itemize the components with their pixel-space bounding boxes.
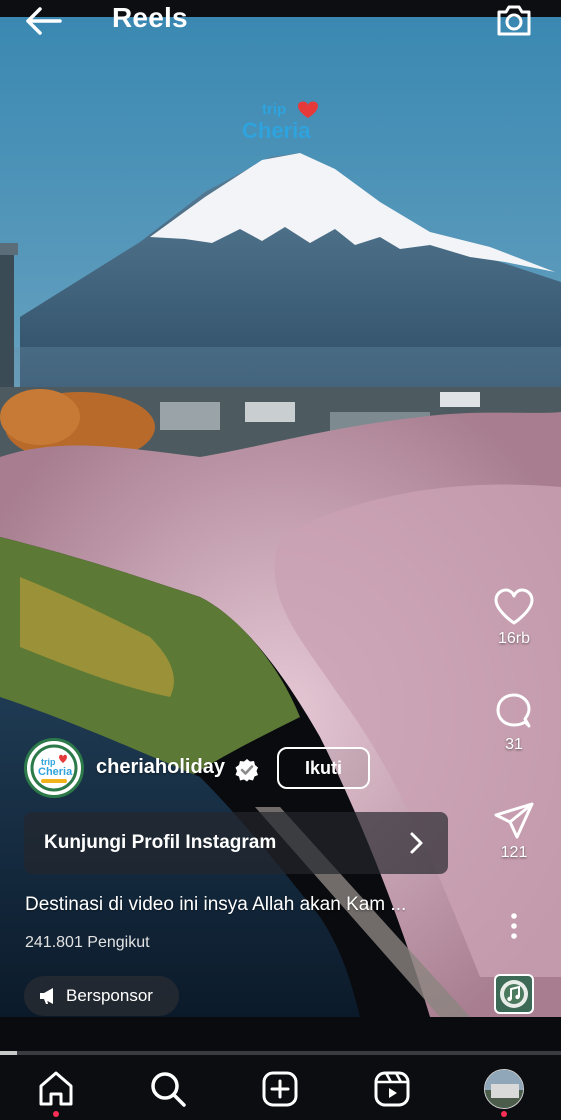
share-group: 121 bbox=[484, 798, 544, 862]
sponsored-label: Bersponsor bbox=[66, 986, 153, 1005]
profile-notification-dot bbox=[501, 1111, 507, 1117]
sponsored-badge[interactable]: Bersponsor bbox=[24, 976, 179, 1016]
comment-group: 31 bbox=[484, 690, 544, 754]
follow-button[interactable]: Ikuti bbox=[277, 747, 370, 789]
logo-trip: trip bbox=[262, 101, 286, 118]
nav-home[interactable] bbox=[34, 1069, 78, 1109]
chevron-right-icon bbox=[410, 832, 423, 854]
music-icon bbox=[500, 980, 528, 1008]
camera-icon bbox=[497, 5, 531, 36]
like-button[interactable] bbox=[484, 584, 544, 630]
visit-profile-banner[interactable]: Kunjungi Profil Instagram bbox=[24, 812, 448, 874]
comment-button[interactable] bbox=[484, 690, 544, 736]
trip-cheria-logo: trip Cheria bbox=[242, 101, 318, 143]
home-icon bbox=[39, 1071, 73, 1106]
audio-thumbnail[interactable] bbox=[494, 974, 534, 1014]
nav-create[interactable] bbox=[258, 1069, 302, 1109]
visit-profile-label: Kunjungi Profil Instagram bbox=[44, 832, 277, 853]
author-avatar[interactable]: trip Cheria bbox=[24, 738, 84, 798]
like-group: 16rb bbox=[484, 584, 544, 648]
megaphone-icon bbox=[40, 988, 53, 1004]
verified-badge-icon bbox=[235, 759, 258, 782]
home-notification-dot bbox=[53, 1111, 59, 1117]
svg-text:Cheria: Cheria bbox=[38, 766, 73, 778]
nav-reels[interactable] bbox=[370, 1069, 414, 1109]
paper-plane-icon bbox=[494, 802, 534, 839]
author-username[interactable]: cheriaholiday bbox=[96, 756, 225, 779]
profile-photo bbox=[485, 1070, 523, 1108]
nav-profile[interactable] bbox=[482, 1069, 526, 1109]
bottom-nav bbox=[0, 1055, 561, 1120]
comment-icon bbox=[496, 693, 531, 728]
logo-cheria: Cheria bbox=[242, 118, 311, 143]
share-count: 121 bbox=[500, 844, 528, 861]
search-icon bbox=[151, 1072, 186, 1107]
reels-icon bbox=[374, 1071, 410, 1107]
create-icon bbox=[262, 1071, 298, 1107]
more-options-button[interactable] bbox=[498, 906, 530, 946]
comment-count: 31 bbox=[505, 736, 523, 753]
reel-caption[interactable]: Destinasi di video ini insya Allah akan … bbox=[25, 894, 406, 916]
back-button[interactable] bbox=[22, 4, 64, 38]
profile-avatar bbox=[484, 1069, 524, 1109]
follower-count: 241.801 Pengikut bbox=[25, 934, 150, 951]
nav-search[interactable] bbox=[146, 1069, 190, 1109]
reels-header: Reels bbox=[0, 0, 561, 44]
heart-icon bbox=[494, 588, 534, 625]
like-count: 16rb bbox=[497, 630, 531, 647]
more-vertical-icon bbox=[511, 913, 517, 939]
page-title: Reels bbox=[112, 2, 188, 33]
share-button[interactable] bbox=[484, 798, 544, 844]
avatar-logo: trip Cheria bbox=[28, 742, 80, 794]
arrow-left-icon bbox=[26, 7, 62, 35]
camera-button[interactable] bbox=[493, 0, 535, 40]
reels-screen: trip Cheria Reels 16rb 31 121 trip Cheri… bbox=[0, 0, 561, 1120]
